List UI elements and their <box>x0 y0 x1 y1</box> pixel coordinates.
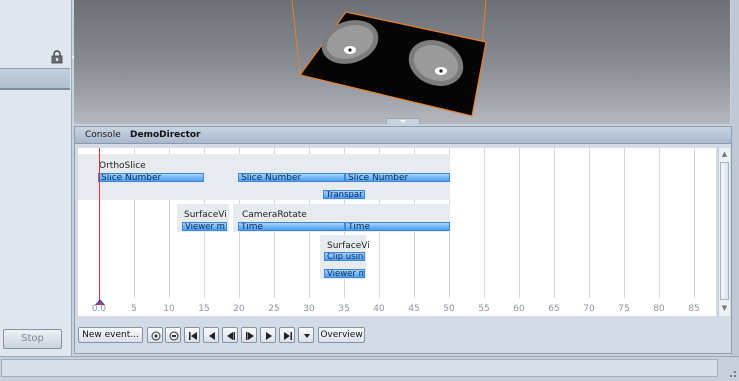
event-slice-number[interactable]: Slice Number <box>238 173 345 182</box>
event-slice-number[interactable]: Slice Number <box>98 173 204 182</box>
event-title-surfaceview: SurfaceVi <box>184 210 227 220</box>
timeline-tick-label: 25 <box>268 304 280 314</box>
3d-viewer[interactable] <box>74 0 730 124</box>
panel-divider <box>0 88 70 90</box>
record-button[interactable] <box>147 327 163 343</box>
timeline-gridline <box>589 148 590 298</box>
dropdown-icon[interactable] <box>298 327 314 343</box>
timeline[interactable]: OrthoSlice Slice Number Slice Number Sli… <box>78 148 716 316</box>
status-bar <box>0 356 739 381</box>
timeline-gridline <box>484 148 485 298</box>
resize-grip-icon[interactable] <box>725 366 737 378</box>
timeline-tick-label: 45 <box>408 304 420 314</box>
timeline-tick-label: 85 <box>688 304 700 314</box>
timeline-tick-label: 65 <box>548 304 560 314</box>
module-strip <box>0 68 70 90</box>
timeline-tick-label: 15 <box>198 304 210 314</box>
tab-demodirector[interactable]: DemoDirector <box>130 130 201 140</box>
timeline-tick-label: 40 <box>373 304 385 314</box>
timeline-gridline <box>659 148 660 298</box>
timeline-tick-label: 30 <box>303 304 315 314</box>
timeline-tick-label: 70 <box>583 304 595 314</box>
timeline-tick-label: 5 <box>131 304 137 314</box>
timeline-tick-label: 50 <box>443 304 455 314</box>
scroll-up-icon[interactable]: ▲ <box>721 151 728 158</box>
timeline-gridline <box>519 148 520 298</box>
timeline-gridline <box>624 148 625 298</box>
status-field <box>1 359 718 377</box>
step-back-icon[interactable] <box>222 327 238 343</box>
event-viewer-mask[interactable]: Viewer m <box>182 222 227 231</box>
tab-console[interactable]: Console <box>85 130 121 140</box>
lock-icon[interactable] <box>50 50 64 64</box>
skip-end-icon[interactable] <box>279 327 295 343</box>
event-time[interactable]: Time <box>345 222 450 231</box>
event-time[interactable]: Time <box>238 222 345 231</box>
overview-button[interactable]: Overview <box>318 327 365 343</box>
new-event-button[interactable]: New event... <box>78 327 143 343</box>
cursor-marker-icon[interactable] <box>94 298 106 306</box>
timeline-tick-label: 35 <box>338 304 350 314</box>
timeline-tick-label: 75 <box>618 304 630 314</box>
timeline-gridline <box>694 148 695 298</box>
event-viewer-mask[interactable]: Viewer m <box>324 269 365 278</box>
event-title-orthoslice: OrthoSlice <box>99 161 146 171</box>
demo-director-panel: Console DemoDirector OrthoSlice Slice Nu… <box>74 126 732 354</box>
event-clip-using[interactable]: Clip using <box>324 252 365 261</box>
timeline-scrollbar[interactable]: ▲ ▼ <box>718 148 730 316</box>
left-panel: Stop <box>0 0 72 356</box>
timeline-gridline <box>554 148 555 298</box>
skip-start-icon[interactable] <box>184 327 200 343</box>
timeline-tick-label: 20 <box>233 304 245 314</box>
step-forward-icon[interactable] <box>241 327 257 343</box>
event-transparency[interactable]: Transpar <box>323 190 365 199</box>
time-cursor[interactable] <box>99 148 100 300</box>
play-icon[interactable] <box>260 327 276 343</box>
scrollbar-thumb[interactable] <box>720 162 729 300</box>
event-title-camerarotate: CameraRotate <box>242 210 307 220</box>
viewer-split-handle[interactable] <box>386 118 420 124</box>
panel-tabs: Console DemoDirector <box>75 127 731 144</box>
loop-button[interactable] <box>165 327 181 343</box>
scroll-down-icon[interactable]: ▼ <box>721 305 728 312</box>
timeline-tick-label: 60 <box>513 304 525 314</box>
stop-button[interactable]: Stop <box>3 329 62 349</box>
rewind-icon[interactable] <box>203 327 219 343</box>
timeline-tick-label: 10 <box>163 304 175 314</box>
director-toolbar: New event... Overview <box>78 325 718 347</box>
event-slice-number[interactable]: Slice Number <box>345 173 450 182</box>
timeline-tick-label: 55 <box>478 304 490 314</box>
timeline-tick-label: 80 <box>653 304 665 314</box>
right-edge <box>731 0 739 356</box>
event-title-surfaceview: SurfaceVi <box>327 241 370 251</box>
